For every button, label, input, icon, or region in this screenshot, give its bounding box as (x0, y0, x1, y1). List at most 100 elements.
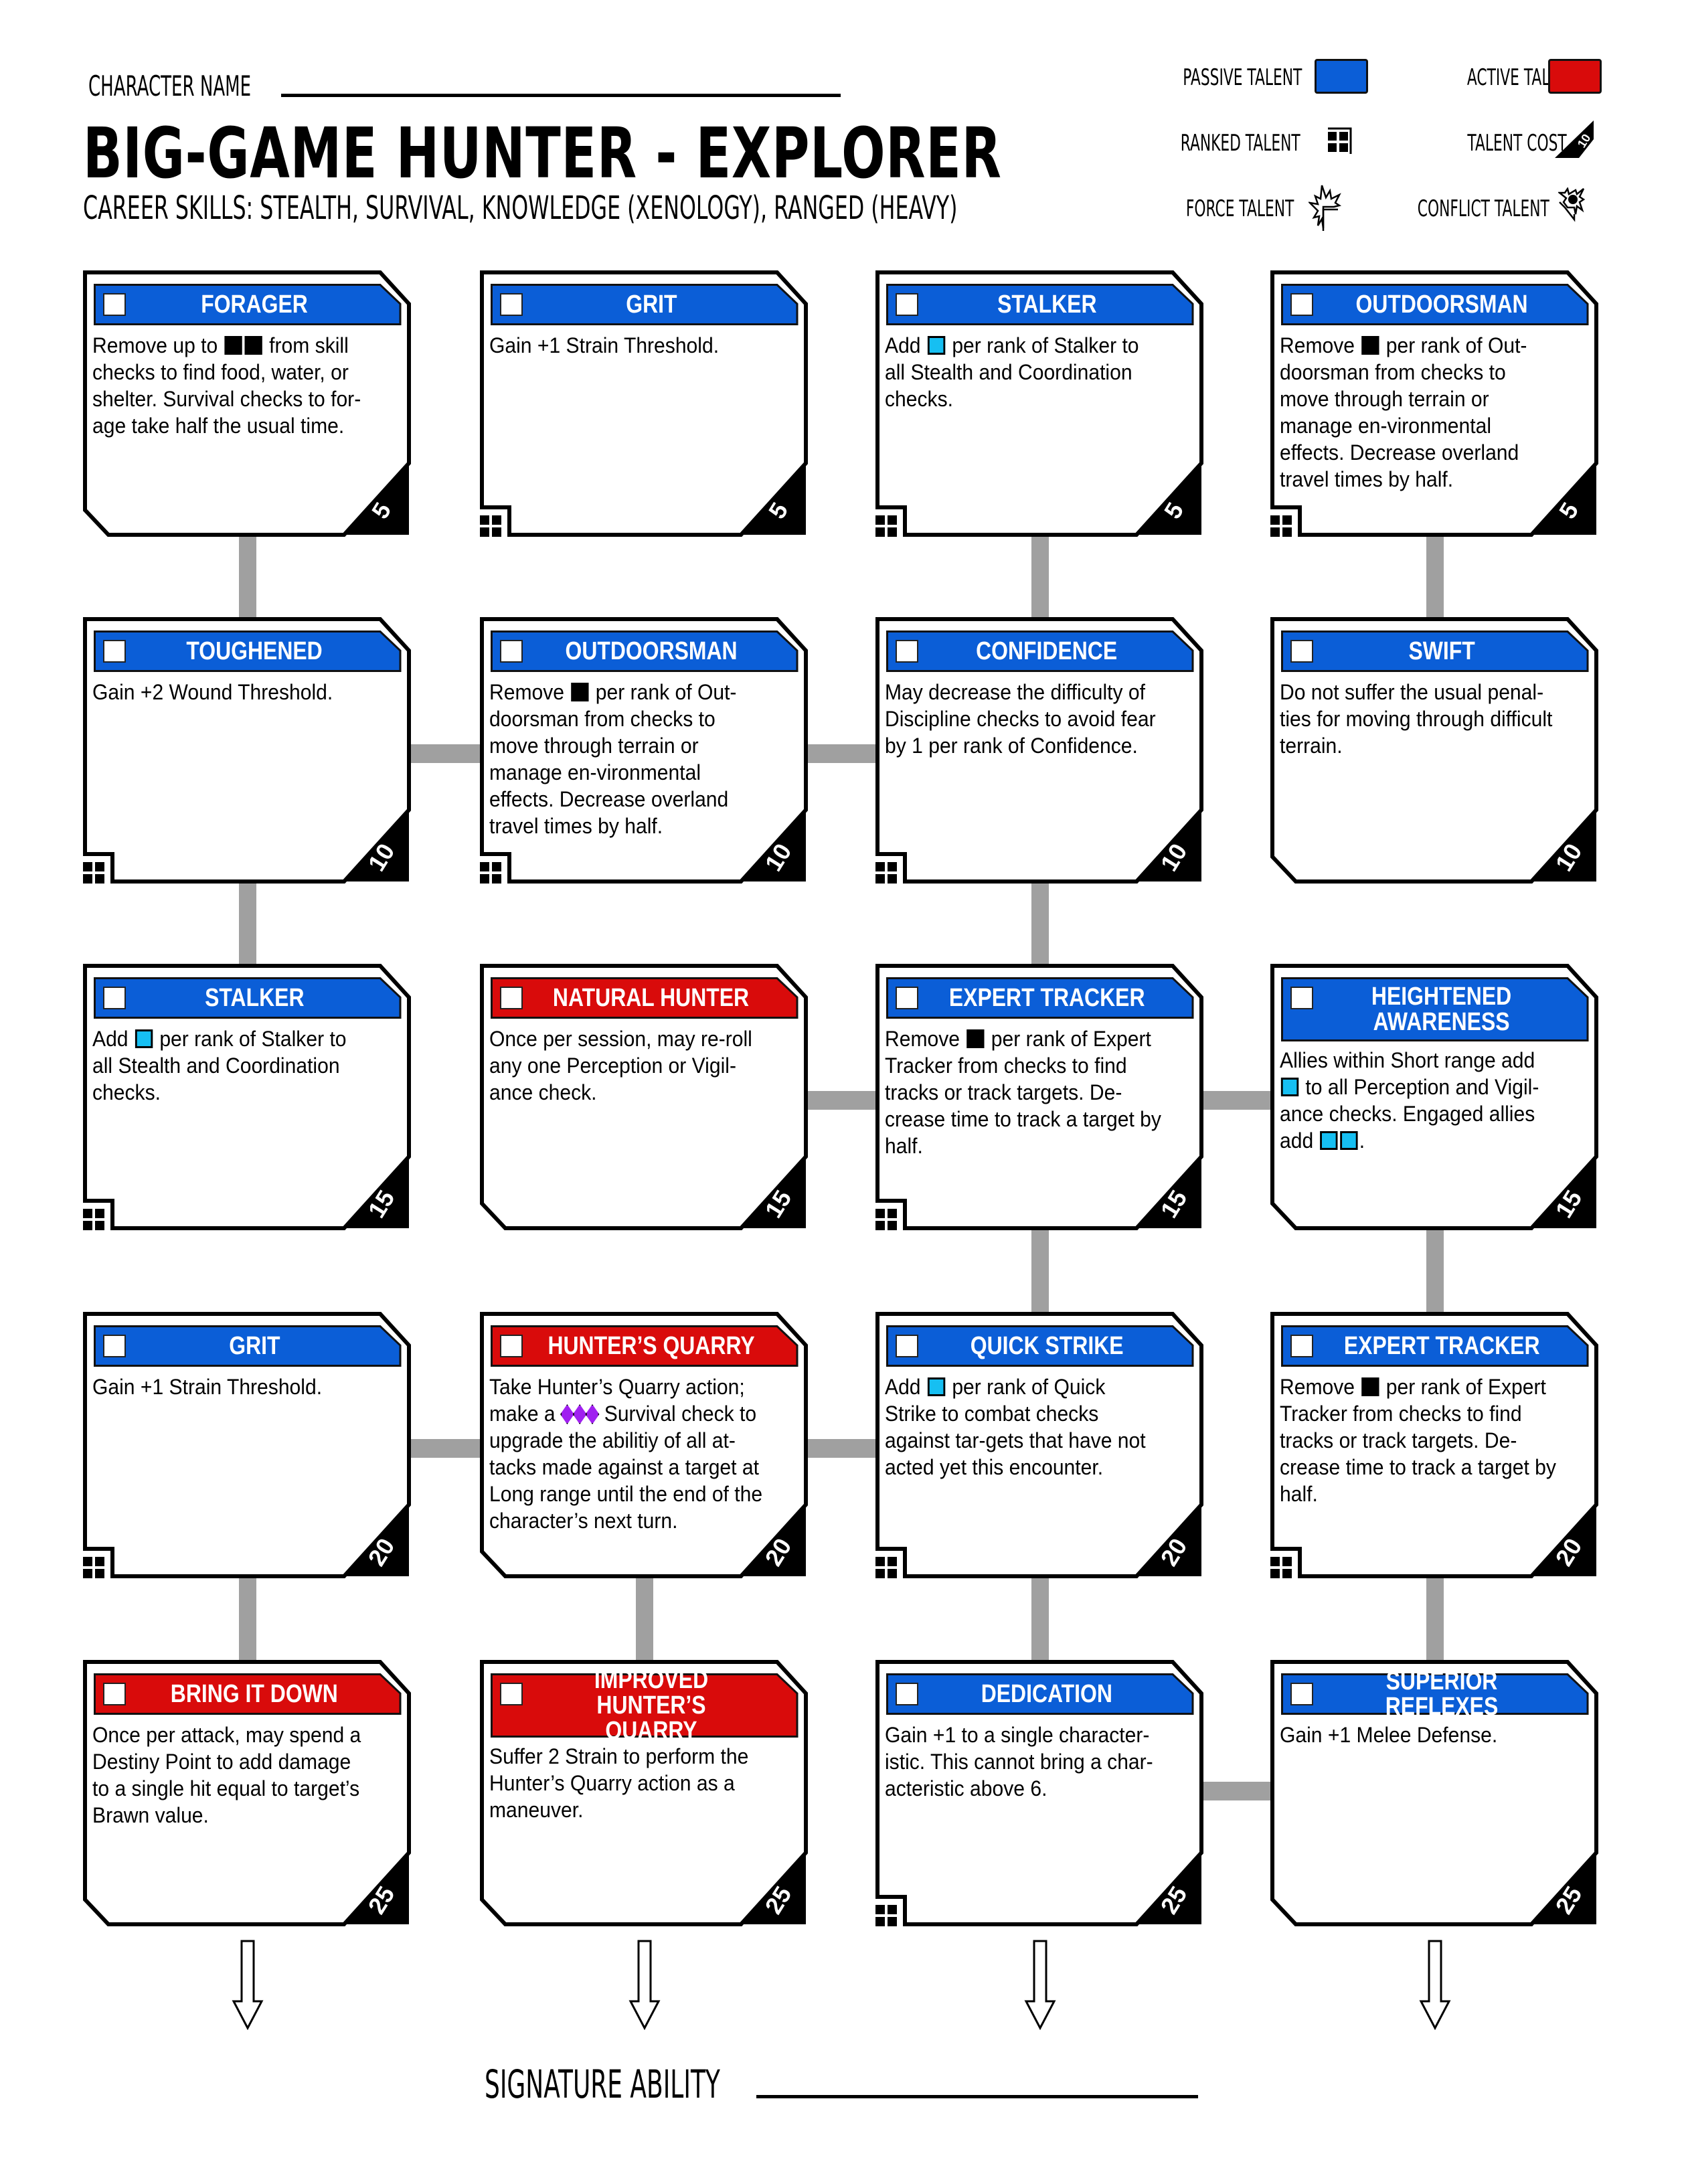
ranked-talent-icon (1270, 515, 1292, 537)
talent-checkbox[interactable] (500, 1683, 523, 1705)
connector-vertical (1031, 1224, 1049, 1319)
talent-card[interactable]: STALKER Add per rank of Stalker to all St… (83, 964, 411, 1230)
ranked-talent-icon (1328, 127, 1352, 154)
character-name-label: CHARACTER NAME (88, 70, 252, 102)
talent-description: Once per attack, may spend a Destiny Poi… (92, 1723, 361, 1827)
talent-card[interactable]: BRING IT DOWN Once per attack, may spend … (83, 1660, 411, 1926)
career-skills: CAREER SKILLS: STEALTH, SURVIVAL, KNOWLE… (83, 189, 958, 227)
talent-checkbox[interactable] (500, 293, 523, 316)
talent-cost-icon: 10 (1555, 120, 1594, 158)
talent-checkbox[interactable] (1290, 293, 1313, 316)
ranked-talent-icon (875, 515, 897, 537)
talent-card[interactable]: EXPERT TRACKER Remove per rank of Expert … (1270, 1312, 1598, 1578)
connector-vertical (239, 530, 256, 624)
talent-description: Remove up to from skill checks to find f… (92, 333, 361, 438)
talent-checkbox[interactable] (500, 640, 523, 663)
talent-checkbox[interactable] (1290, 640, 1313, 663)
talent-description: Take Hunter’s Quarry action; make a Surv… (489, 1375, 763, 1533)
active-swatch (1548, 59, 1602, 94)
talent-checkbox[interactable] (896, 1335, 918, 1357)
signature-ability-field[interactable] (756, 2095, 1198, 2098)
connector-vertical (1426, 530, 1444, 624)
talent-title: IMPROVED HUNTER’S QUARRY (594, 1666, 709, 1745)
talent-card[interactable]: QUICK STRIKE Add per rank of Quick Strike… (875, 1312, 1203, 1578)
talent-checkbox[interactable] (103, 640, 126, 663)
talent-card[interactable]: FORAGER Remove up to from skill checks to… (83, 270, 411, 537)
talent-checkbox[interactable] (1290, 1683, 1313, 1705)
talent-header-passive: QUICK STRIKE (886, 1325, 1194, 1367)
connector-vertical (1426, 1224, 1444, 1319)
ranked-talent-icon (1270, 1557, 1292, 1578)
boost-die-icon (927, 336, 946, 355)
talent-title: SUPERIOR REFLEXES (1385, 1667, 1499, 1721)
talent-header-passive: OUTDOORSMAN (1281, 284, 1589, 325)
talent-card[interactable]: EXPERT TRACKER Remove per rank of Expert … (875, 964, 1203, 1230)
talent-card[interactable]: CONFIDENCE May decrease the difficulty of… (875, 617, 1203, 884)
talent-title: FORAGER (201, 290, 308, 319)
talent-card[interactable]: IMPROVED HUNTER’S QUARRY Suffer 2 Strain … (480, 1660, 808, 1926)
talent-header-active: NATURAL HUNTER (491, 977, 798, 1019)
connector-horizontal (801, 1439, 882, 1458)
talent-description: Add per rank of Quick Strike to combat c… (885, 1375, 1146, 1479)
arrow-down-icon (628, 1940, 661, 2030)
talent-checkbox[interactable] (896, 987, 918, 1009)
connector-vertical (636, 1572, 653, 1667)
talent-checkbox[interactable] (896, 293, 918, 316)
talent-card[interactable]: SWIFT Do not suffer the usual penal-ties … (1270, 617, 1598, 884)
talent-title: STALKER (997, 290, 1097, 319)
talent-header-passive: SWIFT (1281, 631, 1589, 672)
talent-title: CONFIDENCE (976, 637, 1118, 665)
talent-header-passive: GRIT (94, 1325, 402, 1367)
character-name-field[interactable] (281, 94, 841, 97)
talent-card[interactable]: HUNTER’S QUARRY Take Hunter’s Quarry acti… (480, 1312, 808, 1578)
talent-checkbox[interactable] (103, 293, 126, 316)
talent-title: BRING IT DOWN (170, 1680, 339, 1708)
talent-card[interactable]: GRIT Gain +1 Strain Threshold. 20 (83, 1312, 411, 1578)
talent-title: HEIGHTENED AWARENESS (1371, 983, 1512, 1036)
talent-checkbox[interactable] (103, 987, 126, 1009)
talent-card[interactable]: DEDICATION Gain +1 to a single character-… (875, 1660, 1203, 1926)
boost-die-icon (135, 1029, 153, 1048)
talent-card[interactable]: TOUGHENED Gain +2 Wound Threshold. 10 (83, 617, 411, 884)
talent-header-passive: SUPERIOR REFLEXES (1281, 1667, 1589, 1721)
talent-description: May decrease the difficulty of Disciplin… (885, 680, 1156, 758)
talent-title: STALKER (204, 984, 305, 1012)
talent-header-active: BRING IT DOWN (94, 1673, 402, 1715)
talent-checkbox[interactable] (500, 1335, 523, 1357)
talent-card[interactable]: OUTDOORSMAN Remove per rank of Out-doorsm… (480, 617, 808, 884)
talent-description: Allies within Short range add to all Per… (1280, 1048, 1539, 1153)
talent-header-passive: EXPERT TRACKER (1281, 1325, 1589, 1367)
talent-description: Remove per rank of Out-doorsman from che… (489, 680, 737, 838)
talent-card[interactable]: HEIGHTENED AWARENESS Allies within Short … (1270, 964, 1598, 1230)
talent-checkbox[interactable] (896, 640, 918, 663)
talent-title: DEDICATION (981, 1680, 1113, 1708)
ranked-talent-icon (480, 862, 501, 884)
talent-card[interactable]: SUPERIOR REFLEXES Gain +1 Melee Defense. 2… (1270, 1660, 1598, 1926)
talent-checkbox[interactable] (896, 1683, 918, 1705)
talent-checkbox[interactable] (1290, 1335, 1313, 1357)
talent-checkbox[interactable] (103, 1335, 126, 1357)
talent-card[interactable]: GRIT Gain +1 Strain Threshold. 5 (480, 270, 808, 537)
talent-description: Gain +2 Wound Threshold. (92, 680, 333, 704)
connector-horizontal (801, 744, 882, 763)
arrow-down-icon (1024, 1940, 1056, 2030)
talent-checkbox[interactable] (500, 987, 523, 1009)
talent-description: Add per rank of Stalker to all Stealth a… (92, 1027, 347, 1104)
talent-checkbox[interactable] (103, 1683, 126, 1705)
legend-conflict-label: CONFLICT TALENT (1418, 195, 1549, 222)
talent-description: Gain +1 Melee Defense. (1280, 1723, 1498, 1747)
talent-title: TOUGHENED (186, 637, 323, 665)
talent-description: Remove per rank of Out-doorsman from che… (1280, 333, 1527, 491)
conflict-talent-icon (1558, 187, 1585, 222)
setback-die-icon (224, 336, 242, 355)
ranked-talent-icon (875, 1209, 897, 1230)
ranked-talent-icon (83, 862, 104, 884)
talent-card[interactable]: OUTDOORSMAN Remove per rank of Out-doorsm… (1270, 270, 1598, 537)
talent-title: OUTDOORSMAN (565, 637, 738, 665)
difficulty-die-icon (560, 1404, 574, 1424)
setback-die-icon (244, 336, 262, 355)
talent-card[interactable]: NATURAL HUNTER Once per session, may re-r… (480, 964, 808, 1230)
talent-title: QUICK STRIKE (970, 1332, 1124, 1360)
talent-checkbox[interactable] (1290, 987, 1313, 1009)
talent-card[interactable]: STALKER Add per rank of Stalker to all St… (875, 270, 1203, 537)
